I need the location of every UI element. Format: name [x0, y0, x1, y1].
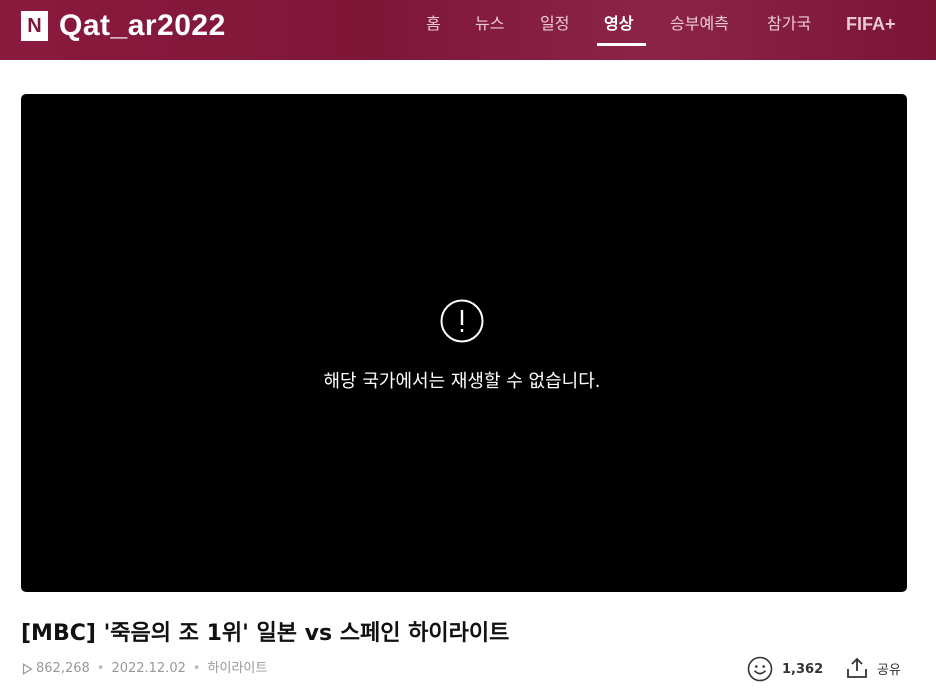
video-player[interactable] — [21, 94, 907, 592]
playback-unavailable-message: 해당 국가에서는 재생할 수 없습니다. — [323, 371, 601, 392]
video-title: [MBC] '죽음의 조 1위' 일본 vs 스페인 하이라이트 — [21, 621, 510, 646]
reaction-button[interactable]: 1,362 — [747, 656, 823, 682]
share-label: 공유 — [877, 662, 901, 678]
nav-teams[interactable]: 참가국 — [767, 12, 811, 36]
share-button[interactable]: 공유 — [845, 656, 901, 680]
nav-schedule[interactable]: 일정 — [540, 12, 569, 36]
meta-separator: • — [96, 661, 105, 676]
video-meta: 862,268 • 2022.12.02 • 하이라이트 — [22, 659, 267, 679]
nav-home[interactable]: 홈 — [426, 12, 441, 36]
share-icon — [847, 657, 867, 678]
exclamation-circle-icon — [440, 299, 484, 343]
qatar2022-logo[interactable]: Qat_ar2022 — [59, 8, 226, 44]
view-count: 862,268 — [36, 661, 90, 676]
upload-date: 2022.12.02 — [111, 661, 186, 676]
nav-video[interactable]: 영상 — [604, 12, 633, 36]
nav-predictions[interactable]: 승부예측 — [670, 12, 729, 36]
reaction-count: 1,362 — [782, 661, 824, 677]
nav-active-indicator — [597, 43, 646, 46]
meta-separator: • — [192, 661, 201, 676]
nav-news[interactable]: 뉴스 — [475, 12, 504, 36]
fifa-plus-link[interactable]: FIFA+ — [846, 12, 896, 36]
smiley-icon — [747, 656, 773, 682]
play-count-icon — [22, 663, 33, 675]
naver-logo[interactable]: N — [21, 11, 48, 41]
video-category[interactable]: 하이라이트 — [208, 659, 268, 679]
top-header: N Qat_ar2022 홈 뉴스 일정 영상 승부예측 참가국 FIFA+ — [0, 0, 936, 60]
